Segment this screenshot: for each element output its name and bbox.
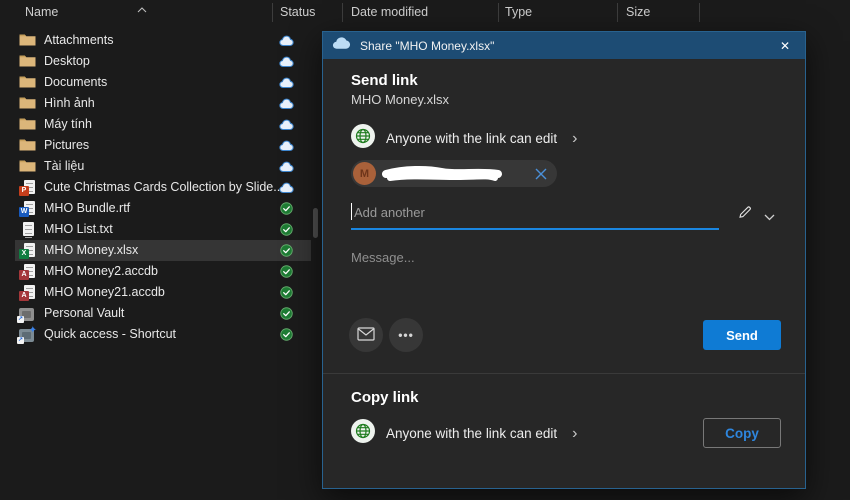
section-divider	[323, 373, 805, 374]
access-icon: A	[19, 285, 37, 301]
file-name-label: Tài liệu	[44, 159, 85, 173]
text-caret	[351, 203, 352, 220]
cloud-status-icon	[278, 159, 294, 174]
folder-icon	[19, 75, 37, 91]
send-link-heading: Send link	[351, 72, 418, 89]
column-header-name[interactable]: Name	[25, 5, 58, 19]
file-name-label: Hình ảnh	[44, 96, 95, 110]
access-icon: A	[19, 264, 37, 280]
copy-link-heading: Copy link	[351, 389, 419, 406]
file-name-label: Documents	[44, 75, 108, 89]
powerpoint-icon: P	[19, 180, 37, 196]
synced-status-icon	[278, 306, 294, 321]
permission-label: Anyone with the link can edit	[386, 426, 558, 441]
add-recipient-input[interactable]: Add another	[351, 198, 779, 232]
dialog-title: Share "MHO Money.xlsx"	[360, 38, 495, 53]
onedrive-cloud-icon	[332, 36, 351, 55]
folder-icon	[19, 159, 37, 175]
recipient-avatar: M	[353, 162, 376, 185]
column-header-row: Name Status Date modified Type Size	[0, 0, 850, 26]
chevron-right-icon: ›	[572, 129, 578, 147]
message-placeholder: Message...	[351, 250, 415, 265]
send-button[interactable]: Send	[703, 320, 781, 350]
permission-label: Anyone with the link can edit	[386, 131, 558, 146]
send-via-email-button[interactable]	[349, 318, 383, 352]
scrollbar-thumb[interactable]	[313, 208, 318, 238]
more-options-button[interactable]: •••	[389, 318, 423, 352]
redacted-recipient-name	[382, 165, 502, 181]
column-header-size[interactable]: Size	[626, 5, 650, 19]
globe-icon	[351, 124, 375, 153]
file-name-label: Quick access - Shortcut	[44, 327, 176, 341]
text-icon	[19, 222, 37, 238]
excel-icon: X	[19, 243, 37, 259]
column-separator[interactable]	[699, 3, 700, 22]
link-permission-button[interactable]: Anyone with the link can edit ›	[351, 124, 577, 153]
shortcut-icon: ✦ ↗	[17, 325, 37, 344]
folder-icon	[19, 54, 37, 70]
synced-status-icon	[278, 285, 294, 300]
file-name-label: Cute Christmas Cards Collection by Slide…	[44, 180, 284, 194]
column-separator[interactable]	[498, 3, 499, 22]
desktop-screen: Name Status Date modified Type Size Attachme…	[0, 0, 850, 500]
dialog-titlebar: Share "MHO Money.xlsx" ✕	[323, 32, 805, 59]
chevron-right-icon: ›	[572, 424, 578, 442]
remove-recipient-button[interactable]	[535, 168, 547, 180]
add-recipient-placeholder: Add another	[354, 205, 425, 220]
synced-status-icon	[278, 327, 294, 342]
file-name-label: MHO Money21.accdb	[44, 285, 165, 299]
copy-button[interactable]: Copy	[703, 418, 781, 448]
file-name-label: MHO Money2.accdb	[44, 264, 158, 278]
synced-status-icon	[278, 243, 294, 258]
folder-icon	[19, 33, 37, 49]
vault-icon: ↗	[17, 306, 37, 323]
file-name-label: Pictures	[44, 138, 90, 152]
chevron-down-icon[interactable]	[764, 209, 775, 224]
column-separator[interactable]	[272, 3, 273, 22]
globe-icon	[351, 419, 375, 448]
file-name-label: Máy tính	[44, 117, 92, 131]
file-name-label: MHO List.txt	[44, 222, 113, 236]
synced-status-icon	[278, 264, 294, 279]
cloud-status-icon	[278, 138, 294, 153]
input-focus-underline	[351, 228, 719, 230]
file-name-label: Attachments	[44, 33, 114, 47]
folder-icon	[19, 117, 37, 133]
shared-filename: MHO Money.xlsx	[351, 92, 449, 107]
file-name-label: Personal Vault	[44, 306, 125, 320]
file-name-label: MHO Money.xlsx	[44, 243, 139, 257]
copy-link-permission-button[interactable]: Anyone with the link can edit ›	[351, 419, 577, 448]
cloud-status-icon	[278, 180, 294, 195]
recipient-chip[interactable]: M	[351, 160, 557, 187]
folder-icon	[19, 138, 37, 154]
cloud-status-icon	[278, 33, 294, 48]
column-separator[interactable]	[342, 3, 343, 22]
ellipsis-icon: •••	[398, 328, 414, 342]
column-separator[interactable]	[617, 3, 618, 22]
folder-icon	[19, 96, 37, 112]
synced-status-icon	[278, 201, 294, 216]
column-header-type[interactable]: Type	[505, 5, 532, 19]
column-header-date-modified[interactable]: Date modified	[351, 5, 428, 19]
file-name-label: Desktop	[44, 54, 90, 68]
cloud-status-icon	[278, 75, 294, 90]
sort-ascending-icon	[137, 0, 147, 18]
envelope-icon	[357, 326, 375, 344]
word-icon: W	[19, 201, 37, 217]
cloud-status-icon	[278, 96, 294, 111]
message-input[interactable]: Message...	[351, 250, 779, 306]
column-header-status[interactable]: Status	[280, 5, 315, 19]
cloud-status-icon	[278, 117, 294, 132]
synced-status-icon	[278, 222, 294, 237]
share-dialog: Share "MHO Money.xlsx" ✕ Send link MHO M…	[322, 31, 806, 489]
cloud-status-icon	[278, 54, 294, 69]
edit-permission-button[interactable]	[737, 204, 753, 223]
file-name-label: MHO Bundle.rtf	[44, 201, 131, 215]
close-button[interactable]: ✕	[774, 37, 796, 55]
